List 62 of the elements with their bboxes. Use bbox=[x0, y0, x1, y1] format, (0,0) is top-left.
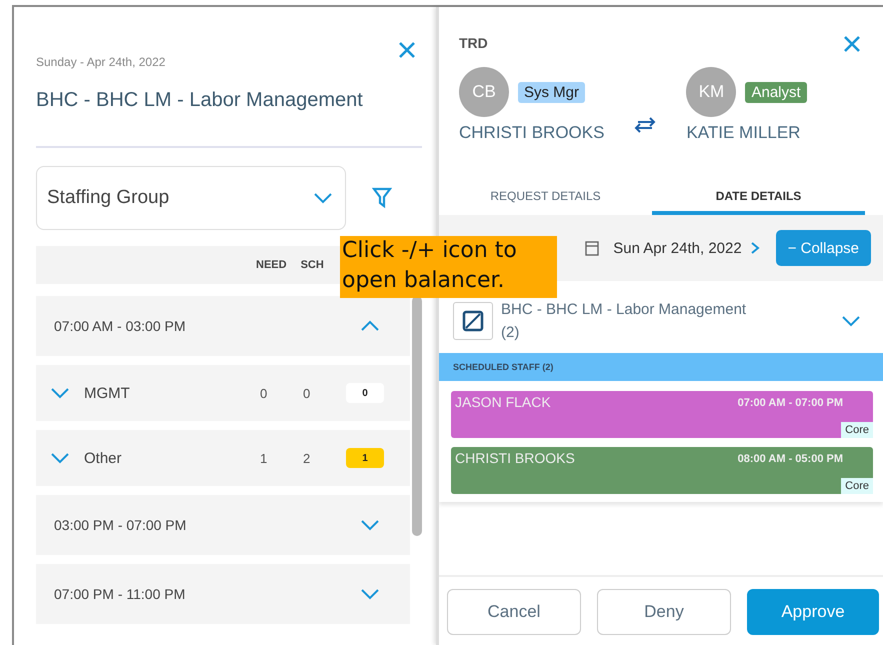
filter-button[interactable] bbox=[372, 187, 392, 209]
expand-button[interactable] bbox=[360, 588, 380, 600]
staff-name: JASON FLACK bbox=[455, 394, 551, 410]
shift-tag: Core bbox=[841, 422, 873, 438]
shift-time: 07:00 AM - 03:00 PM bbox=[54, 318, 186, 334]
panel-title: BHC - BHC LM - Labor Management bbox=[36, 89, 422, 148]
next-button[interactable] bbox=[750, 241, 760, 255]
date-label: Sun Apr 24th, 2022 bbox=[613, 240, 742, 256]
hint-tooltip: Click -/+ icon to open balancer. bbox=[340, 236, 557, 298]
secondary-button[interactable]: Deny bbox=[597, 589, 731, 635]
expand-button[interactable] bbox=[841, 315, 861, 327]
request-type: TRD bbox=[459, 35, 488, 53]
column-header: NEED bbox=[256, 259, 287, 271]
secondary-button[interactable]: Cancel bbox=[447, 589, 581, 635]
shift-time: 08:00 AM - 05:00 PM bbox=[738, 453, 843, 465]
balancer-icon bbox=[462, 310, 484, 332]
group-row[interactable]: Other 1 2 1 bbox=[36, 430, 410, 486]
tab[interactable]: REQUEST DETAILS bbox=[439, 179, 652, 215]
shift-time: 07:00 PM - 11:00 PM bbox=[54, 586, 186, 602]
shift-card[interactable]: JASON FLACK 07:00 AM - 07:00 PM Core bbox=[451, 391, 873, 438]
shift-time: 07:00 AM - 07:00 PM bbox=[738, 397, 843, 409]
date-label: Sunday - Apr 24th, 2022 bbox=[36, 55, 166, 69]
calendar-icon bbox=[585, 240, 600, 256]
collapse-button[interactable] bbox=[360, 320, 380, 332]
close-icon bbox=[843, 35, 861, 53]
section-heading: SCHEDULED STAFF (2) bbox=[439, 353, 883, 381]
unit-name: BHC - BHC LM - Labor Management bbox=[501, 301, 748, 318]
close-icon bbox=[398, 41, 416, 59]
person-name: KATIE MILLER bbox=[686, 123, 802, 143]
person-name: CHRISTI BROOKS bbox=[459, 123, 604, 143]
column-header: SCH bbox=[300, 259, 324, 271]
shift-row[interactable]: 07:00 PM - 11:00 PM bbox=[36, 564, 410, 624]
avatar: CB bbox=[459, 67, 509, 117]
shift-tag: Core bbox=[841, 478, 873, 494]
staff-name: CHRISTI BROOKS bbox=[455, 450, 575, 466]
balance-badge[interactable]: 1 bbox=[346, 448, 384, 468]
expand-button[interactable] bbox=[50, 452, 70, 464]
expand-button[interactable] bbox=[360, 519, 380, 531]
shift-row[interactable]: 07:00 AM - 03:00 PM bbox=[36, 296, 410, 356]
balance-badge[interactable]: 0 bbox=[346, 383, 384, 403]
scrollbar[interactable] bbox=[412, 296, 422, 536]
group-row[interactable]: MGMT 0 0 0 bbox=[36, 365, 410, 421]
shift-card[interactable]: CHRISTI BROOKS 08:00 AM - 05:00 PM Core bbox=[451, 447, 873, 494]
need-count: 0 bbox=[260, 386, 268, 400]
group-select[interactable]: Staffing Group bbox=[36, 166, 346, 230]
chevron-icon bbox=[313, 192, 333, 204]
avatar: KM bbox=[686, 67, 736, 117]
shift-row[interactable]: 03:00 PM - 07:00 PM bbox=[36, 495, 410, 555]
close-button[interactable] bbox=[398, 41, 416, 59]
scheduled-count: 2 bbox=[303, 450, 312, 466]
need-count: 1 bbox=[260, 450, 268, 466]
balancer-button[interactable] bbox=[453, 302, 493, 340]
expand-button[interactable] bbox=[50, 387, 70, 399]
shift-time: 03:00 PM - 07:00 PM bbox=[54, 517, 186, 533]
group-name: Other bbox=[84, 450, 123, 466]
scheduled-count: 0 bbox=[303, 386, 312, 400]
group-name: MGMT bbox=[84, 384, 131, 402]
unit-count: (2) bbox=[501, 324, 520, 341]
swap-icon bbox=[634, 117, 656, 133]
close-button[interactable] bbox=[843, 35, 861, 53]
role-badge: Analyst bbox=[745, 82, 807, 102]
role-badge: Sys Mgr bbox=[518, 82, 586, 102]
